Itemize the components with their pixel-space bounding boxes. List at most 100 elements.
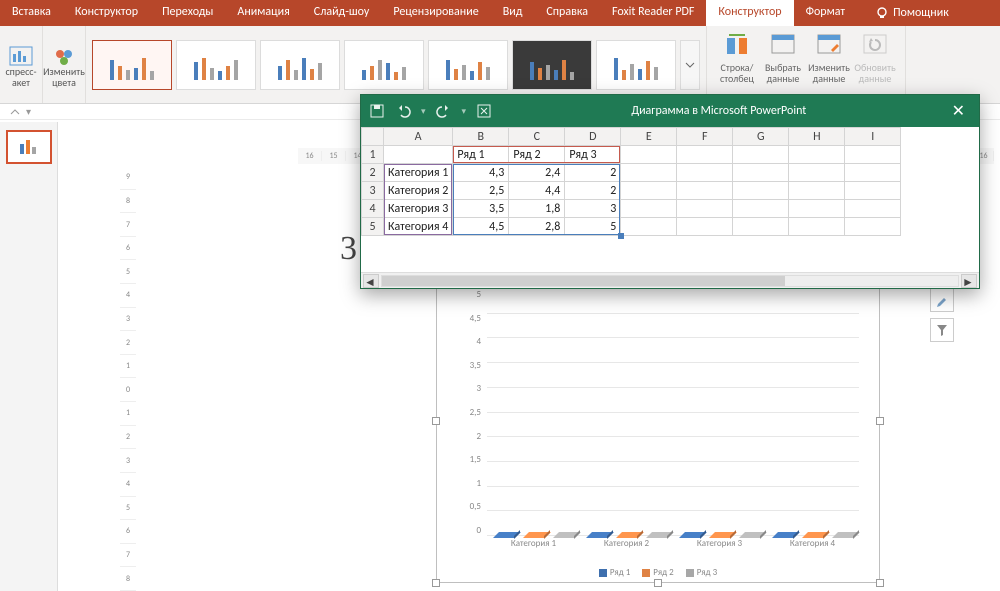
chart-style-7[interactable] xyxy=(596,40,676,90)
handle-bottom-left[interactable] xyxy=(432,579,440,587)
col-header-F[interactable]: F xyxy=(677,128,733,146)
save-icon[interactable] xyxy=(369,103,385,119)
cell[interactable] xyxy=(789,164,845,182)
chart-style-3[interactable] xyxy=(260,40,340,90)
tab-transitions[interactable]: Переходы xyxy=(150,0,225,26)
handle-mid-right[interactable] xyxy=(876,417,884,425)
tell-me[interactable]: Помощник xyxy=(865,0,959,26)
cell[interactable] xyxy=(621,218,677,236)
col-header-A[interactable]: A xyxy=(384,128,453,146)
cell[interactable] xyxy=(621,164,677,182)
cell[interactable] xyxy=(845,164,901,182)
chart-style-6[interactable] xyxy=(512,40,592,90)
cell[interactable] xyxy=(845,218,901,236)
chart-style-more[interactable] xyxy=(680,40,700,90)
handle-mid-left[interactable] xyxy=(432,417,440,425)
y-tick: 4 xyxy=(457,336,485,347)
row-header-4[interactable]: 4 xyxy=(362,200,384,218)
select-data-button[interactable]: Выбрать данные xyxy=(761,32,805,84)
cell[interactable] xyxy=(733,164,789,182)
switch-row-col-button[interactable]: Строка/ столбец xyxy=(715,32,759,84)
cell[interactable] xyxy=(677,200,733,218)
col-header-G[interactable]: G xyxy=(733,128,789,146)
cell[interactable] xyxy=(845,200,901,218)
tab-review[interactable]: Рецензирование xyxy=(381,0,490,26)
cell[interactable] xyxy=(845,146,901,164)
tab-animation[interactable]: Анимация xyxy=(225,0,301,26)
row-header-5[interactable]: 5 xyxy=(362,218,384,236)
tab-chart-design[interactable]: Конструктор xyxy=(706,0,793,26)
chart-style-4[interactable] xyxy=(344,40,424,90)
tab-insert[interactable]: Вставка xyxy=(0,0,63,26)
undo-icon[interactable] xyxy=(395,103,411,119)
range-resize-handle[interactable] xyxy=(618,233,624,239)
handle-bottom-mid[interactable] xyxy=(654,579,662,587)
cell[interactable] xyxy=(621,146,677,164)
cell[interactable] xyxy=(733,200,789,218)
legend-2[interactable]: Ряд 2 xyxy=(642,567,673,578)
quick-layout-button[interactable]: спресс- акет xyxy=(6,44,36,88)
cell[interactable] xyxy=(845,182,901,200)
tab-slideshow[interactable]: Слайд-шоу xyxy=(302,0,382,26)
col-header-B[interactable]: B xyxy=(453,128,509,146)
slide-canvas: 16 15 14 13 14 15 16 987654321012345678 … xyxy=(58,122,1000,591)
row-header-2[interactable]: 2 xyxy=(362,164,384,182)
chart-style-2[interactable] xyxy=(176,40,256,90)
cell[interactable] xyxy=(733,218,789,236)
scroll-left-button[interactable]: ◄ xyxy=(363,274,379,288)
cell[interactable] xyxy=(384,146,453,164)
legend-3[interactable]: Ряд 3 xyxy=(686,567,717,578)
cell[interactable] xyxy=(621,200,677,218)
close-button[interactable]: ✕ xyxy=(946,101,971,121)
excel-icon[interactable] xyxy=(476,103,492,119)
chart-styles-button[interactable] xyxy=(930,288,954,312)
col-header-D[interactable]: D xyxy=(565,128,621,146)
col-header-C[interactable]: C xyxy=(509,128,565,146)
scroll-thumb[interactable] xyxy=(382,276,785,286)
sheet-hscrollbar[interactable]: ◄ ► xyxy=(361,272,979,288)
cell[interactable] xyxy=(789,182,845,200)
ruler-tick: 9 xyxy=(120,166,136,190)
tab-view[interactable]: Вид xyxy=(491,0,535,26)
tab-chart-format[interactable]: Формат xyxy=(794,0,857,26)
handle-bottom-right[interactable] xyxy=(876,579,884,587)
legend-1[interactable]: Ряд 1 xyxy=(599,567,630,578)
row-header-1[interactable]: 1 xyxy=(362,146,384,164)
chart-legend[interactable]: Ряд 1 Ряд 2 Ряд 3 xyxy=(437,567,879,578)
chart-style-5[interactable] xyxy=(428,40,508,90)
sheet[interactable]: ABCDEFGHI1Ряд 1Ряд 2Ряд 32Категория 14,3… xyxy=(361,127,979,272)
chart-data-window[interactable]: ▾ ▾ Диаграмма в Microsoft PowerPoint ✕ A… xyxy=(360,94,980,289)
x-label: Категория 4 xyxy=(790,538,835,552)
cell[interactable] xyxy=(733,182,789,200)
cell[interactable] xyxy=(677,218,733,236)
cell[interactable] xyxy=(789,200,845,218)
change-colors-button[interactable]: Изменить цвета xyxy=(49,44,79,88)
sheet-corner[interactable] xyxy=(362,128,384,146)
cell[interactable] xyxy=(789,146,845,164)
cell[interactable] xyxy=(677,146,733,164)
scroll-right-button[interactable]: ► xyxy=(961,274,977,288)
cell[interactable] xyxy=(677,182,733,200)
scroll-track[interactable] xyxy=(381,275,959,287)
cell[interactable] xyxy=(733,146,789,164)
chart-object[interactable]: Название диаграммы 00,511,522,533,544,55… xyxy=(436,258,880,583)
refresh-data-button[interactable]: Обновить данные xyxy=(853,32,897,84)
chart-style-1[interactable] xyxy=(92,40,172,90)
col-header-I[interactable]: I xyxy=(845,128,901,146)
chart-filter-button[interactable] xyxy=(930,318,954,342)
ruler-tick: 0 xyxy=(120,378,136,402)
data-window-titlebar[interactable]: ▾ ▾ Диаграмма в Microsoft PowerPoint ✕ xyxy=(361,95,979,127)
row-header-3[interactable]: 3 xyxy=(362,182,384,200)
cell[interactable] xyxy=(789,218,845,236)
col-header-E[interactable]: E xyxy=(621,128,677,146)
redo-icon[interactable] xyxy=(436,103,452,119)
slide-thumb-3[interactable] xyxy=(6,130,52,164)
edit-data-button[interactable]: Изменить данные xyxy=(807,32,851,84)
cell[interactable] xyxy=(621,182,677,200)
tab-design[interactable]: Конструктор xyxy=(63,0,150,26)
cell[interactable] xyxy=(677,164,733,182)
tab-foxit[interactable]: Foxit Reader PDF xyxy=(600,0,706,26)
ruler-tick: 7 xyxy=(120,213,136,237)
tab-help[interactable]: Справка xyxy=(534,0,600,26)
col-header-H[interactable]: H xyxy=(789,128,845,146)
